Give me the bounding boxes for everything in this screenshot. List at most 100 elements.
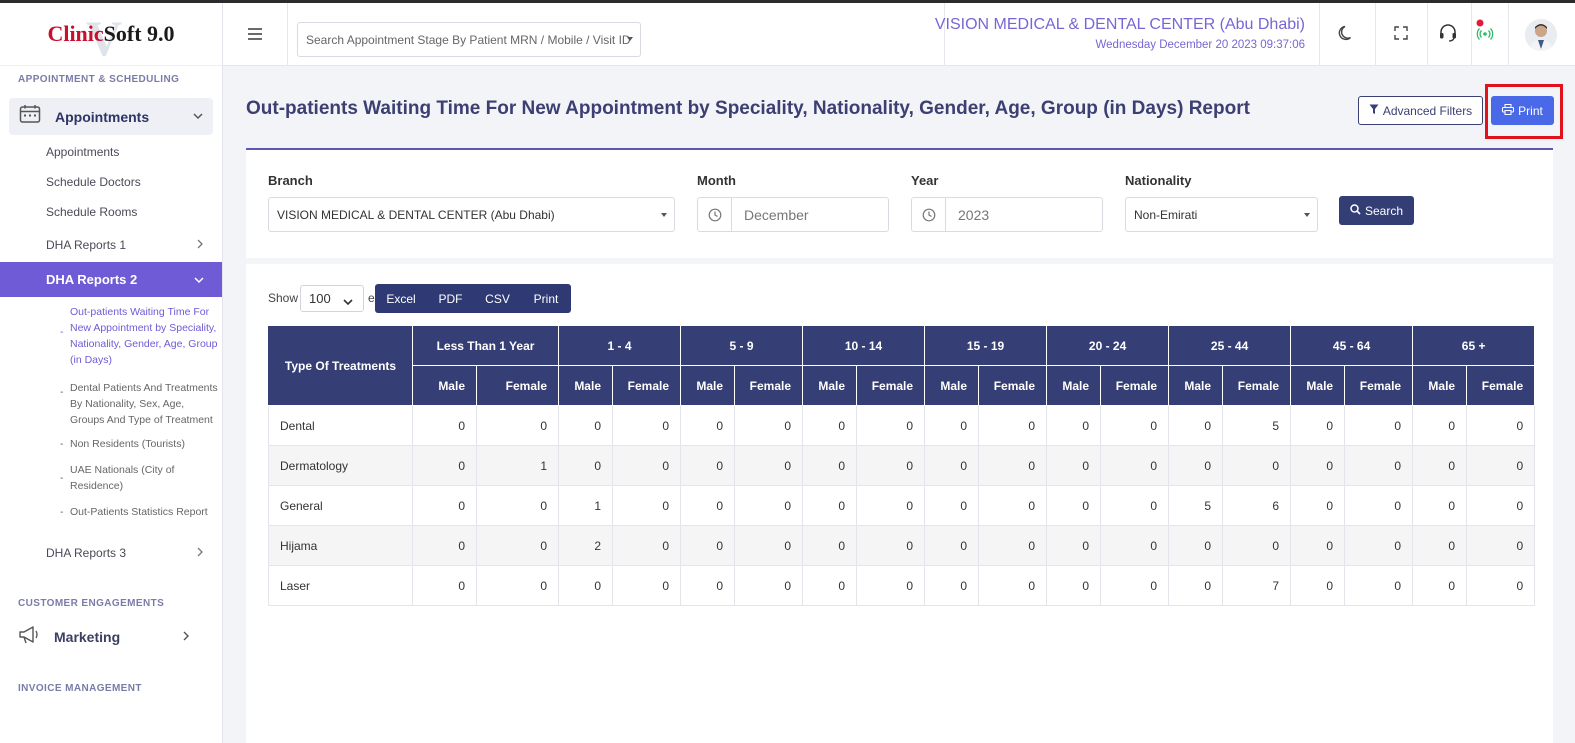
menu-icon[interactable] [247, 25, 263, 43]
print-button[interactable]: Print [1491, 96, 1554, 125]
search-placeholder: Search Appointment Stage By Patient MRN … [306, 32, 631, 47]
count-cell: 0 [1222, 525, 1292, 566]
sidebar-child-waiting-time[interactable]: - Out-patients Waiting Time For New Appo… [0, 304, 222, 368]
male-header[interactable]: Male [1412, 365, 1468, 406]
male-header[interactable]: Male [680, 365, 736, 406]
sidebar-child-non-residents[interactable]: - Non Residents (Tourists) [0, 436, 222, 452]
count-cell: 0 [1344, 485, 1414, 526]
export-pdf-button[interactable]: PDF [427, 284, 474, 313]
count-cell: 0 [476, 485, 559, 526]
user-avatar[interactable] [1525, 19, 1557, 51]
count-cell: 0 [558, 405, 613, 446]
count-cell: 0 [412, 405, 477, 446]
sidebar-item-marketing[interactable]: Marketing [0, 617, 222, 657]
print-label: Print [1518, 103, 1543, 118]
male-header[interactable]: Male [558, 365, 613, 406]
male-header[interactable]: Male [1290, 365, 1346, 406]
export-excel-button[interactable]: Excel [375, 284, 427, 313]
female-header[interactable]: Female [1466, 365, 1536, 406]
year-label: Year [911, 173, 939, 188]
sidebar-child-statistics[interactable]: - Out-Patients Statistics Report [0, 504, 222, 520]
sidebar-item-dha-reports-3[interactable]: DHA Reports 3 [0, 535, 222, 570]
dash-marker: - [60, 438, 64, 450]
count-cell: 0 [734, 405, 804, 446]
headset-icon[interactable] [1438, 23, 1458, 43]
count-cell: 0 [680, 445, 736, 486]
sidebar-item-appointments-sub[interactable]: Appointments [0, 137, 222, 167]
export-print-button[interactable]: Print [521, 284, 571, 313]
count-cell: 0 [680, 485, 736, 526]
age-group-header[interactable]: 5 - 9 [680, 325, 804, 366]
table-row: Dermatology 0 1 0 0 0 0 0 0 0 0 0 0 0 0 0 0 0 0 [268, 445, 1536, 486]
calendar-icon [19, 104, 41, 129]
live-signal-icon[interactable] [1475, 19, 1495, 40]
count-cell: 0 [1290, 405, 1346, 446]
female-header[interactable]: Female [1100, 365, 1170, 406]
male-header[interactable]: Male [924, 365, 980, 406]
logo[interactable]: V ClinicSoft 9.0 [0, 3, 222, 66]
sidebar-item-dha-reports-2[interactable]: DHA Reports 2 [0, 262, 222, 297]
nationality-select[interactable]: Non-Emirati [1125, 197, 1318, 232]
sidebar-item-schedule-doctors[interactable]: Schedule Doctors [0, 167, 222, 197]
sidebar-item-dha-reports-1[interactable]: DHA Reports 1 [0, 227, 222, 262]
count-cell: 0 [978, 485, 1048, 526]
age-group-header[interactable]: 20 - 24 [1046, 325, 1170, 366]
count-cell: 0 [412, 525, 477, 566]
male-header[interactable]: Male [412, 365, 477, 406]
month-input[interactable]: December [697, 197, 889, 232]
count-cell: 0 [978, 405, 1048, 446]
count-cell: 0 [558, 445, 613, 486]
sidebar-item-label: DHA Reports 3 [46, 545, 127, 560]
search-button[interactable]: Search [1339, 196, 1414, 225]
female-header[interactable]: Female [734, 365, 804, 406]
table-row: Laser 0 0 0 0 0 0 0 0 0 0 0 0 0 7 0 0 0 0 [268, 565, 1536, 606]
female-header[interactable]: Female [611, 365, 682, 406]
count-cell: 0 [611, 405, 682, 446]
male-header[interactable]: Male [1168, 365, 1224, 406]
count-cell: 0 [1466, 485, 1536, 526]
count-cell: 0 [412, 485, 477, 526]
count-cell: 0 [802, 405, 858, 446]
sidebar-child-dental-patients[interactable]: - Dental Patients And Treatments By Nati… [0, 380, 222, 428]
age-group-header[interactable]: 65 + [1412, 325, 1536, 366]
year-input[interactable]: 2023 [911, 197, 1103, 232]
age-group-header[interactable]: 15 - 19 [924, 325, 1048, 366]
sidebar-item-schedule-rooms[interactable]: Schedule Rooms [0, 197, 222, 227]
count-cell: 7 [1222, 565, 1292, 606]
treatment-name-cell: Laser [268, 565, 413, 606]
female-header[interactable]: Female [1344, 365, 1414, 406]
treatment-name-cell: Dental [268, 405, 413, 446]
count-cell: 0 [412, 445, 477, 486]
fullscreen-icon[interactable] [1391, 23, 1411, 43]
dark-mode-moon-icon[interactable] [1337, 23, 1357, 43]
age-group-header[interactable]: 1 - 4 [557, 325, 682, 366]
page-length-select[interactable]: 100 [300, 285, 364, 312]
male-header[interactable]: Male [1046, 365, 1102, 406]
female-header[interactable]: Female [476, 365, 559, 406]
sidebar-child-label: Dental Patients And Treatments By Nation… [70, 382, 218, 426]
count-cell: 0 [1100, 405, 1170, 446]
count-cell: 0 [680, 525, 736, 566]
female-header[interactable]: Female [1222, 365, 1292, 406]
male-header[interactable]: Male [802, 365, 858, 406]
age-group-header[interactable]: 45 - 64 [1290, 325, 1414, 366]
age-group-header[interactable]: 25 - 44 [1168, 325, 1292, 366]
table-row: Dental 0 0 0 0 0 0 0 0 0 0 0 0 0 5 0 0 0 0 [268, 405, 1536, 446]
advanced-filters-button[interactable]: Advanced Filters [1358, 96, 1483, 125]
sidebar-item-appointments[interactable]: Appointments [9, 98, 213, 135]
female-header[interactable]: Female [856, 365, 926, 406]
count-cell: 0 [558, 565, 613, 606]
export-csv-button[interactable]: CSV [474, 284, 521, 313]
count-cell: 0 [1412, 565, 1468, 606]
type-of-treatments-header[interactable]: Type Of Treatments [268, 325, 413, 406]
dash-marker: - [60, 386, 64, 398]
sidebar-child-uae-nationals[interactable]: - UAE Nationals (City of Residence) [0, 462, 222, 494]
age-group-header[interactable]: Less Than 1 Year [412, 325, 559, 366]
age-group-header[interactable]: 10 - 14 [802, 325, 926, 366]
appointment-stage-search[interactable]: Search Appointment Stage By Patient MRN … [297, 22, 641, 57]
branch-select[interactable]: VISION MEDICAL & DENTAL CENTER (Abu Dhab… [268, 197, 675, 232]
count-cell: 0 [1290, 485, 1346, 526]
female-header[interactable]: Female [978, 365, 1048, 406]
count-cell: 0 [1100, 565, 1170, 606]
treatment-name-cell: Hijama [268, 525, 413, 566]
